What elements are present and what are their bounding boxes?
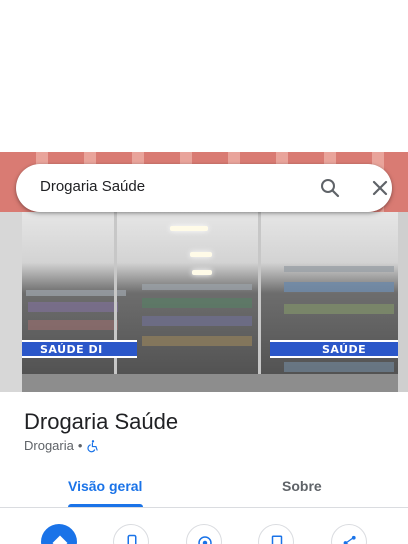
search-input[interactable]: Drogaria Saúde (40, 178, 145, 195)
category-line: Drogaria • (24, 438, 100, 453)
tab-indicator (68, 504, 143, 507)
directions-button[interactable] (41, 524, 77, 544)
store-banner-right: SAÚDE (270, 340, 398, 358)
wall (398, 212, 408, 392)
location-icon (198, 536, 212, 544)
save-icon (271, 535, 283, 544)
search-bar[interactable]: Drogaria Saúde (16, 164, 392, 212)
blank-area (0, 0, 408, 152)
share-icon (343, 535, 356, 544)
wheelchair-accessible-icon (87, 439, 99, 452)
phone-icon (127, 534, 137, 544)
directions-icon (52, 535, 68, 544)
floor (22, 374, 398, 392)
search-icon[interactable] (318, 176, 342, 200)
category-label: Drogaria (24, 438, 74, 453)
wall (0, 212, 22, 392)
tab-about[interactable]: Sobre (282, 478, 322, 494)
close-icon[interactable] (368, 176, 392, 200)
share-button[interactable] (331, 524, 367, 544)
store-banner-left: SAÚDE DI (22, 340, 137, 358)
phone-button[interactable] (113, 524, 149, 544)
storefront: SAÚDE DI SAÚDE (22, 212, 398, 392)
tab-overview[interactable]: Visão geral (68, 478, 142, 494)
location-button[interactable] (186, 524, 222, 544)
place-title: Drogaria Saúde (24, 409, 179, 434)
save-button[interactable] (258, 524, 294, 544)
tab-bar: Visão geral Sobre (0, 466, 408, 508)
separator: • (77, 438, 83, 453)
